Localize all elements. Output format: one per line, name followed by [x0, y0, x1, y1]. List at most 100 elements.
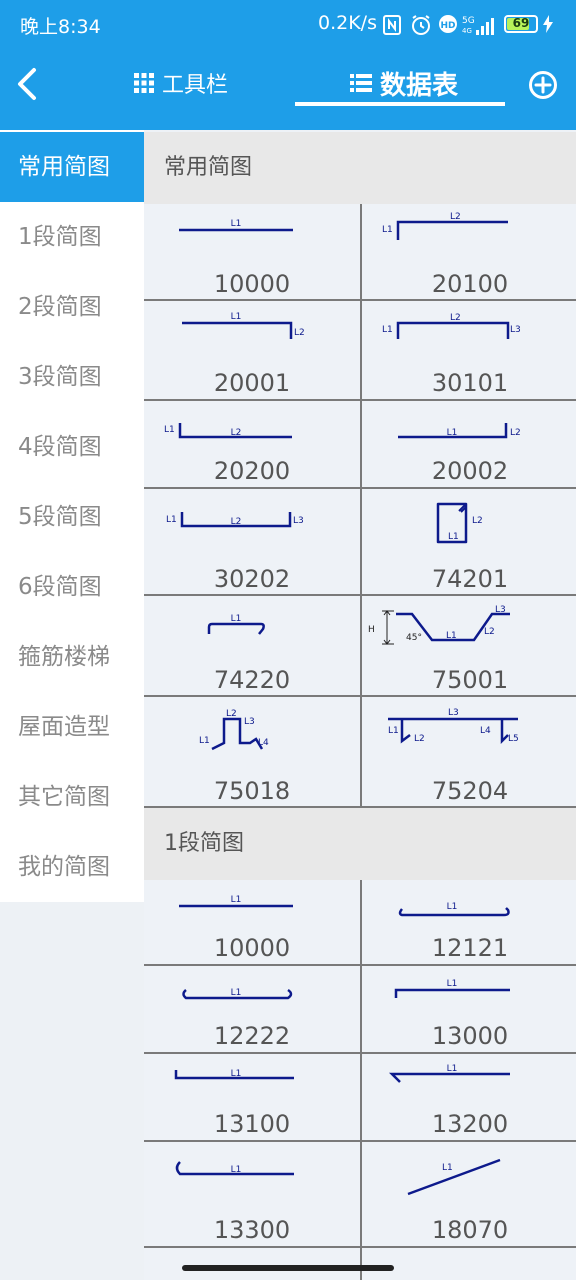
svg-text:L1: L1 — [199, 736, 210, 746]
shape-cell-20200[interactable]: L1 L2 20200 — [144, 401, 360, 487]
svg-text:L3: L3 — [244, 717, 255, 727]
shape-cell-13000[interactable]: L1 13000 — [362, 966, 576, 1052]
svg-text:L1: L1 — [388, 726, 399, 736]
shape-cell-10000[interactable]: L1 10000 — [144, 204, 360, 299]
back-arrow-icon[interactable] — [12, 64, 42, 104]
active-tab-indicator — [295, 102, 505, 106]
svg-text:L2: L2 — [231, 517, 242, 527]
shape-code: 13000 — [431, 1022, 509, 1050]
svg-text:L1: L1 — [448, 532, 459, 542]
shape-code: 75001 — [431, 666, 509, 694]
nfc-icon — [383, 15, 401, 35]
add-circle-icon[interactable] — [528, 70, 558, 100]
svg-text:L2: L2 — [414, 734, 425, 744]
sidebar-item-roof-shape[interactable]: 屋面造型 — [0, 692, 144, 762]
home-indicator[interactable] — [182, 1265, 394, 1271]
section-title: 常用简图 — [164, 155, 253, 180]
shape-catalog: 常用简图 L1 10000 L1 L2 20100 L1 L2 20001 L1… — [144, 130, 576, 1280]
sidebar-item-my-shapes[interactable]: 我的简图 — [0, 832, 144, 902]
sidebar-item-label: 6段简图 — [18, 574, 102, 600]
shape-code: 30101 — [431, 369, 509, 397]
sidebar-item-4-segment[interactable]: 4段简图 — [0, 412, 144, 482]
svg-text:L1: L1 — [442, 1163, 453, 1173]
shape-code: 75204 — [431, 777, 509, 805]
shape-cell-30202[interactable]: L1 L2 L3 30202 — [144, 489, 360, 594]
sidebar-item-6-segment[interactable]: 6段简图 — [0, 552, 144, 622]
app-header: 工具栏 数据表 — [0, 50, 576, 130]
shape-code: 12222 — [213, 1022, 291, 1050]
svg-text:L1: L1 — [382, 325, 393, 335]
sidebar-item-label: 3段简图 — [18, 364, 102, 390]
shape-cell-13300[interactable]: L1 13300 — [144, 1142, 360, 1246]
shape-code: 75018 — [213, 777, 291, 805]
status-time: 晚上8:34 — [20, 16, 101, 38]
sidebar-item-5-segment[interactable]: 5段简图 — [0, 482, 144, 552]
svg-text:L1: L1 — [447, 979, 458, 989]
shape-code: 18070 — [431, 1216, 509, 1244]
list-icon — [350, 74, 372, 92]
svg-text:L1: L1 — [447, 1064, 458, 1074]
shape-code: 20001 — [213, 369, 291, 397]
shape-code: 20200 — [213, 457, 291, 485]
svg-text:L3: L3 — [510, 325, 521, 335]
shape-code: 74201 — [431, 565, 509, 593]
shape-cell-20001[interactable]: L1 L2 20001 — [144, 301, 360, 399]
shape-code: 10000 — [213, 270, 291, 298]
shape-code: 12121 — [431, 934, 509, 962]
shape-cell-75204[interactable]: L3 L1 L2 L4 L5 75204 — [362, 697, 576, 806]
shape-cell-18070[interactable]: L1 18070 — [362, 1142, 576, 1246]
shape-cell-74201[interactable]: L2 L1 74201 — [362, 489, 576, 594]
shape-cell-13100[interactable]: L1 13100 — [144, 1054, 360, 1140]
svg-text:L1: L1 — [231, 1165, 242, 1175]
sidebar-item-label: 我的简图 — [18, 854, 110, 880]
sidebar-item-label: 常用简图 — [18, 154, 110, 180]
svg-text:L5: L5 — [508, 734, 519, 744]
shape-cell-10000[interactable]: L1 10000 — [144, 880, 360, 964]
svg-text:L1: L1 — [446, 631, 457, 641]
shape-cell-74220[interactable]: L1 74220 — [144, 596, 360, 695]
sidebar-item-stirrup-stair[interactable]: 箍筋楼梯 — [0, 622, 144, 692]
shape-code: 13300 — [213, 1216, 291, 1244]
shape-cell-30101[interactable]: L1 L2 L3 30101 — [362, 301, 576, 399]
svg-text:L1: L1 — [447, 902, 458, 912]
sidebar-item-label: 箍筋楼梯 — [18, 644, 110, 670]
svg-text:L1: L1 — [231, 895, 242, 905]
shape-cell-12121[interactable]: L1 12121 — [362, 880, 576, 964]
sidebar-item-label: 1段简图 — [18, 224, 102, 250]
shape-cell-20100[interactable]: L1 L2 20100 — [362, 204, 576, 299]
section-header-1-segment: 1段简图 — [144, 808, 576, 880]
sidebar-item-3-segment[interactable]: 3段简图 — [0, 342, 144, 412]
shape-cell-12222[interactable]: L1 12222 — [144, 966, 360, 1052]
svg-text:L1: L1 — [447, 428, 458, 438]
shape-cell-13200[interactable]: L1 13200 — [362, 1054, 576, 1140]
svg-text:L1: L1 — [382, 225, 393, 235]
sidebar-item-label: 4段简图 — [18, 434, 102, 460]
hd-icon: HD — [439, 15, 457, 33]
svg-text:L1: L1 — [231, 614, 242, 624]
app-screen: 晚上8:34 0.2K/s HD 5G 4G 69 工具栏 数据表 常用简图 1… — [0, 0, 576, 1280]
svg-text:L1: L1 — [164, 425, 175, 435]
grid-icon — [134, 73, 154, 93]
shape-code: 13200 — [431, 1110, 509, 1138]
tab-tools[interactable]: 工具栏 — [134, 60, 228, 106]
svg-text:L1: L1 — [231, 988, 242, 998]
shape-code: 10000 — [213, 934, 291, 962]
svg-text:L2: L2 — [450, 212, 461, 222]
category-sidebar: 常用简图 1段简图 2段简图 3段简图 4段简图 5段简图 6段简图 箍筋楼梯 … — [0, 130, 144, 1280]
sidebar-item-1-segment[interactable]: 1段简图 — [0, 202, 144, 272]
svg-text:H: H — [368, 625, 375, 635]
shape-cell-75018[interactable]: L2 L3 L1 L4 75018 — [144, 697, 360, 806]
sidebar-item-label: 屋面造型 — [18, 714, 110, 740]
tab-data-table[interactable]: 数据表 — [350, 60, 458, 106]
tab-tools-label: 工具栏 — [162, 73, 229, 98]
shape-cell-20002[interactable]: L1 L2 20002 — [362, 401, 576, 487]
svg-text:HD: HD — [440, 21, 455, 31]
shape-cell-75001[interactable]: H 45° L1 L2 L3 75001 — [362, 596, 576, 695]
sidebar-item-label: 5段简图 — [18, 504, 102, 530]
sidebar-item-2-segment[interactable]: 2段简图 — [0, 272, 144, 342]
sidebar-item-other[interactable]: 其它简图 — [0, 762, 144, 832]
shape-code: 74220 — [213, 666, 291, 694]
svg-text:L3: L3 — [293, 516, 304, 526]
sidebar-item-common[interactable]: 常用简图 — [0, 132, 144, 202]
svg-text:L4: L4 — [258, 738, 269, 748]
